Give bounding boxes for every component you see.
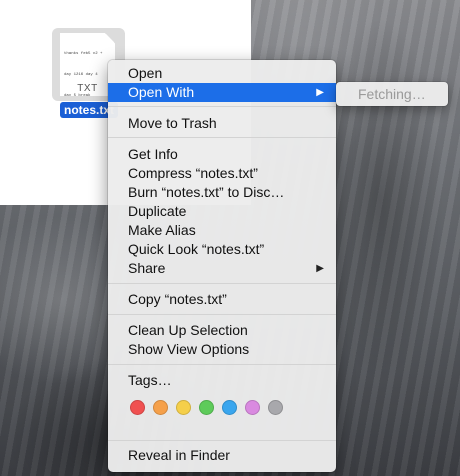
file-extension-label: TXT bbox=[77, 83, 98, 94]
menu-item-clean-up-selection[interactable]: Clean Up Selection bbox=[108, 321, 336, 340]
menu-item-compress[interactable]: Compress “notes.txt” bbox=[108, 164, 336, 183]
tag-blue-dot[interactable] bbox=[222, 400, 237, 415]
menu-separator bbox=[108, 283, 336, 284]
menu-item-quick-look[interactable]: Quick Look “notes.txt” bbox=[108, 240, 336, 259]
tag-color-row bbox=[130, 400, 283, 416]
menu-item-open-with[interactable]: Open With ▶ bbox=[108, 83, 336, 102]
menu-item-tags[interactable]: Tags… bbox=[108, 371, 336, 390]
submenu-arrow-icon: ▶ bbox=[316, 263, 324, 274]
menu-item-open-with-label: Open With bbox=[128, 84, 195, 100]
menu-item-show-view-options[interactable]: Show View Options bbox=[108, 340, 336, 359]
menu-item-duplicate[interactable]: Duplicate bbox=[108, 202, 336, 221]
menu-item-copy[interactable]: Copy “notes.txt” bbox=[108, 290, 336, 309]
menu-separator bbox=[108, 314, 336, 315]
menu-separator bbox=[108, 106, 336, 107]
open-with-submenu: Fetching… bbox=[336, 82, 448, 106]
tag-purple-dot[interactable] bbox=[245, 400, 260, 415]
menu-item-get-info[interactable]: Get Info bbox=[108, 145, 336, 164]
menu-item-share[interactable]: Share ▶ bbox=[108, 259, 336, 278]
tag-gray-dot[interactable] bbox=[268, 400, 283, 415]
menu-separator bbox=[108, 440, 336, 441]
menu-item-open[interactable]: Open bbox=[108, 64, 336, 83]
submenu-item-fetching: Fetching… bbox=[358, 86, 426, 102]
submenu-arrow-icon: ▶ bbox=[316, 87, 324, 98]
menu-item-burn[interactable]: Burn “notes.txt” to Disc… bbox=[108, 183, 336, 202]
tag-yellow-dot[interactable] bbox=[176, 400, 191, 415]
menu-separator bbox=[108, 137, 336, 138]
menu-item-make-alias[interactable]: Make Alias bbox=[108, 221, 336, 240]
menu-item-reveal-in-finder[interactable]: Reveal in Finder bbox=[108, 446, 336, 465]
tag-orange-dot[interactable] bbox=[153, 400, 168, 415]
menu-item-move-to-trash[interactable]: Move to Trash bbox=[108, 114, 336, 133]
tag-red-dot[interactable] bbox=[130, 400, 145, 415]
file-page-thumbnail: thanks feb5 v2 + day 1216 day 4 day 5 br… bbox=[60, 33, 115, 96]
menu-separator bbox=[108, 364, 336, 365]
menu-item-share-label: Share bbox=[128, 260, 166, 276]
tag-green-dot[interactable] bbox=[199, 400, 214, 415]
context-menu: Open Open With ▶ Move to Trash Get Info … bbox=[108, 60, 336, 472]
